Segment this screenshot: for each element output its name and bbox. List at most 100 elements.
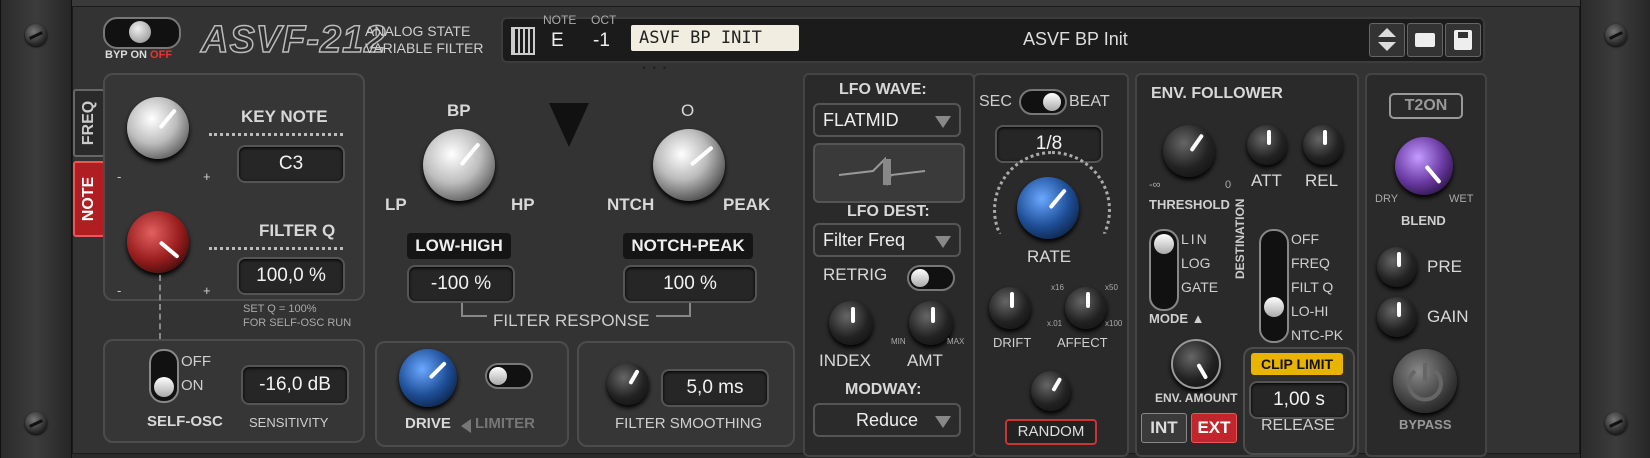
notch-peak-display[interactable]: 100 % — [623, 265, 757, 303]
arrow-up-icon — [1378, 28, 1396, 37]
mode-log: LOG — [1181, 255, 1211, 271]
notch-peak-knob[interactable] — [653, 129, 725, 201]
blend-knob[interactable] — [1395, 137, 1453, 195]
power-icon — [1407, 363, 1443, 402]
lfo-wave-select[interactable]: FLATMID — [813, 103, 961, 137]
device-panel: BYP ON OFF ASVF-212 ANALOG STATE VARIABL… — [72, 6, 1580, 457]
key-note-knob[interactable] — [127, 97, 189, 159]
screw-icon — [1605, 412, 1627, 434]
screw-icon — [1605, 24, 1627, 46]
filter-q-label: FILTER Q — [259, 221, 336, 240]
patch-up-down-button[interactable] — [1369, 23, 1405, 57]
keyboard-icon[interactable] — [511, 27, 535, 55]
peak-label: PEAK — [723, 195, 771, 214]
release-display[interactable]: 1,00 s — [1249, 381, 1349, 419]
limiter-label: LIMITER — [475, 415, 535, 432]
notch-peak-label: NOTCH-PEAK — [623, 233, 753, 259]
clip-limit-badge[interactable]: CLIP LIMIT — [1251, 353, 1343, 375]
open-patch-button[interactable] — [1407, 23, 1443, 57]
filter-q-knob[interactable] — [127, 211, 189, 273]
att-label: ATT — [1251, 171, 1282, 190]
modway-select[interactable]: Reduce — [813, 403, 961, 437]
bypass-on-off-switch[interactable] — [103, 17, 181, 49]
rack-device: BYP ON OFF ASVF-212 ANALOG STATE VARIABL… — [0, 0, 1650, 458]
destination-selector[interactable] — [1259, 229, 1289, 343]
att-knob[interactable] — [1247, 125, 1287, 165]
folder-icon — [1415, 33, 1435, 47]
tab-note-label: NOTE — [80, 176, 97, 222]
drive-knob[interactable] — [399, 349, 457, 407]
key-note-plus: + — [203, 169, 211, 184]
affect-x100: x100 — [1105, 319, 1123, 328]
limiter-toggle[interactable] — [485, 363, 533, 389]
rate-knob[interactable] — [1017, 177, 1079, 239]
dest-filtq: FILT Q — [1291, 279, 1334, 295]
blend-dry: DRY — [1375, 193, 1399, 205]
drift-knob[interactable] — [989, 287, 1031, 329]
patch-browser: NOTE OCT E -1 ASVF BP INIT ... ASVF BP I… — [501, 13, 1485, 74]
amt-label: AMT — [907, 351, 943, 370]
bp-label: BP — [447, 101, 471, 120]
lfo-dest-select[interactable]: Filter Freq — [813, 223, 961, 257]
bypass-power-button[interactable] — [1393, 349, 1457, 413]
amt-min: MIN — [891, 337, 906, 346]
mode-selector[interactable] — [1149, 229, 1179, 311]
chevron-down-icon — [935, 116, 951, 128]
mode-label: MODE ▲ — [1149, 311, 1205, 326]
oct-value[interactable]: -1 — [593, 30, 610, 52]
gain-label: GAIN — [1427, 307, 1469, 326]
gain-knob[interactable] — [1377, 297, 1417, 337]
note-value[interactable]: E — [551, 30, 564, 52]
self-osc-toggle[interactable] — [149, 349, 179, 403]
index-knob[interactable] — [829, 301, 873, 345]
chevron-down-icon — [935, 236, 951, 248]
bypass-label: BYPASS — [1399, 417, 1452, 432]
low-high-display[interactable]: -100 % — [407, 265, 515, 303]
tab-freq[interactable]: FREQ — [73, 89, 105, 157]
random-button[interactable]: RANDOM — [1005, 419, 1097, 445]
subtitle-line1: ANALOG STATE — [365, 23, 471, 39]
affect-knob[interactable] — [1065, 287, 1107, 329]
sec-beat-toggle[interactable] — [1019, 89, 1067, 115]
filter-q-display[interactable]: 100,0 % — [237, 257, 345, 295]
env-amount-knob[interactable] — [1171, 339, 1221, 389]
modway-label: MODWAY: — [845, 381, 922, 398]
destination-label: DESTINATION — [1233, 198, 1247, 279]
subtitle-line2: VARIABLE FILTER — [365, 40, 484, 56]
int-button[interactable]: INT — [1141, 413, 1187, 443]
patch-name[interactable]: ASVF BP Init — [1023, 29, 1128, 50]
hp-label: HP — [511, 195, 535, 214]
index-label: INDEX — [819, 351, 871, 370]
mode-lin: LIN — [1181, 231, 1209, 247]
retrig-toggle[interactable] — [907, 265, 955, 291]
pre-knob[interactable] — [1377, 247, 1417, 287]
ntch-label: NTCH — [607, 195, 655, 214]
tab-note[interactable]: NOTE — [73, 161, 105, 237]
amt-max: MAX — [947, 337, 965, 346]
save-icon — [1454, 30, 1472, 50]
filter-q-minus: - — [117, 283, 122, 298]
off-label: OFF — [150, 49, 173, 61]
key-note-display[interactable]: C3 — [237, 145, 345, 183]
rel-knob[interactable] — [1303, 125, 1343, 165]
modway-value: Reduce — [855, 410, 919, 430]
lfo-dest-label: LFO DEST: — [847, 203, 930, 220]
byp-label: BYP — [105, 49, 128, 61]
patch-tag[interactable]: ASVF BP INIT ... — [631, 25, 799, 74]
smoothing-display[interactable]: 5,0 ms — [661, 369, 769, 407]
random-knob[interactable] — [1031, 371, 1071, 411]
save-patch-button[interactable] — [1445, 23, 1481, 57]
screw-icon — [25, 412, 47, 434]
sensitivity-display[interactable]: -16,0 dB — [241, 365, 349, 405]
threshold-knob[interactable] — [1163, 125, 1215, 177]
drift-label: DRIFT — [993, 335, 1032, 350]
smoothing-knob[interactable] — [607, 363, 649, 405]
arrow-down-icon — [1378, 42, 1396, 51]
dest-lohi: LO-HI — [1291, 303, 1329, 319]
blend-wet: WET — [1449, 193, 1474, 205]
low-high-knob[interactable] — [423, 129, 495, 201]
affect-x16: x16 — [1051, 283, 1064, 292]
rate-label: RATE — [1027, 247, 1072, 266]
release-label: RELEASE — [1261, 417, 1335, 434]
ext-button[interactable]: EXT — [1191, 413, 1237, 443]
